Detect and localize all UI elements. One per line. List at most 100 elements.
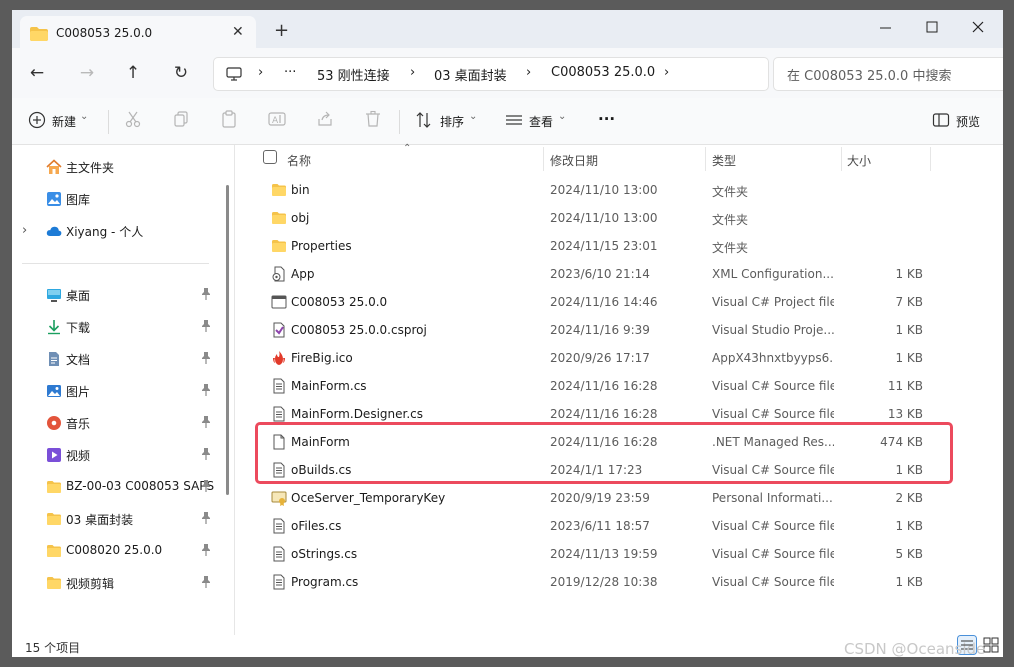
highlight-box [255, 422, 953, 484]
sidebar-item-label: 下载 [66, 321, 91, 335]
sidebar-item[interactable]: 音乐 [12, 409, 212, 437]
file-name: Program.cs [291, 575, 359, 589]
file-date: 2024/11/15 23:01 [550, 239, 658, 253]
share-button[interactable] [316, 110, 336, 132]
file-date: 2020/9/19 23:59 [550, 491, 650, 505]
column-size[interactable]: 大小 [847, 152, 871, 169]
pin-icon[interactable] [201, 320, 211, 335]
new-button[interactable]: 新建 ⌄ [28, 110, 98, 132]
pin-icon[interactable] [201, 512, 211, 527]
forward-button[interactable]: → [72, 60, 102, 88]
sidebar-item-home[interactable]: 主文件夹 [12, 153, 212, 181]
column-header-row: ⌃ 名称 修改日期 类型 大小 [235, 143, 1003, 173]
pin-icon[interactable] [201, 480, 211, 495]
file-row[interactable]: C008053 25.0.0.csproj 2024/11/16 9:39 Visu… [235, 316, 1003, 344]
file-list: ⌃ 名称 修改日期 类型 大小 bin 2024/11/10 13:00 文件夹 ob… [235, 143, 1003, 635]
view-label: 查看 [529, 115, 554, 129]
new-tab-button[interactable]: + [274, 22, 289, 40]
pin-icon[interactable] [201, 416, 211, 431]
file-row[interactable]: Properties 2024/11/15 23:01 文件夹 [235, 232, 1003, 260]
file-row[interactable]: oStrings.cs 2024/11/13 19:59 Visual C# Sou… [235, 540, 1003, 568]
pin-icon[interactable] [201, 448, 211, 463]
chevron-right-icon[interactable]: › [664, 65, 669, 80]
sidebar-item-label: 文档 [66, 353, 91, 367]
file-row[interactable]: obj 2024/11/10 13:00 文件夹 [235, 204, 1003, 232]
file-row[interactable]: MainForm.cs 2024/11/16 16:28 Visual C# Sou… [235, 372, 1003, 400]
share-icon [318, 111, 332, 126]
column-type[interactable]: 类型 [712, 152, 736, 169]
minimize-button[interactable] [863, 14, 909, 42]
column-divider[interactable] [930, 147, 931, 171]
pin-icon[interactable] [201, 576, 211, 591]
column-name[interactable]: 名称 [287, 152, 311, 169]
file-date: 2023/6/11 18:57 [550, 519, 650, 533]
pin-icon[interactable] [201, 384, 211, 399]
up-button[interactable]: ↑ [118, 60, 148, 88]
sidebar-scrollbar[interactable] [226, 185, 229, 495]
copy-button[interactable] [172, 110, 192, 132]
breadcrumb-item[interactable]: 53 刚性连接 [317, 65, 390, 84]
delete-button[interactable] [364, 110, 384, 132]
file-date: 2020/9/26 17:17 [550, 351, 650, 365]
cut-button[interactable] [124, 110, 144, 132]
breadcrumb-more[interactable]: ··· [284, 65, 296, 80]
preview-button[interactable]: 预览 [932, 110, 992, 132]
sidebar-item[interactable]: 下载 [12, 313, 212, 341]
column-divider[interactable] [543, 147, 544, 171]
search-input[interactable]: 在 C008053 25.0.0 中搜索 [773, 57, 1003, 91]
divider [399, 110, 400, 134]
sort-button[interactable]: 排序 ⌄ [415, 110, 485, 132]
sidebar-item-gallery[interactable]: 图库 [12, 185, 212, 213]
more-options-button[interactable]: ··· [598, 110, 618, 132]
back-button[interactable]: ← [22, 60, 52, 88]
file-row[interactable]: OceServer_TemporaryKey 2020/9/19 23:59 Per… [235, 484, 1003, 512]
column-date[interactable]: 修改日期 [550, 152, 598, 169]
file-row[interactable]: C008053 25.0.0 2024/11/16 14:46 Visual C# … [235, 288, 1003, 316]
rename-button[interactable]: A [268, 110, 288, 132]
column-divider[interactable] [841, 147, 842, 171]
breadcrumb-item[interactable]: C008053 25.0.0 [551, 65, 655, 80]
sidebar-item[interactable]: 视频 [12, 441, 212, 469]
expand-chevron-icon[interactable]: › [22, 223, 27, 238]
close-window-button[interactable] [955, 14, 1001, 42]
sidebar-item[interactable]: BZ-00-03 C008053 SAPS [12, 473, 214, 501]
file-row[interactable]: App 2023/6/10 21:14 XML Configuration... 1 … [235, 260, 1003, 288]
sidebar-item-label: C008020 25.0.0 [66, 543, 163, 557]
file-row[interactable]: FireBig.ico 2020/9/26 17:17 AppX43hnxtbyyp… [235, 344, 1003, 372]
sidebar-item[interactable]: 文档 [12, 345, 212, 373]
sidebar-item-label: 图库 [66, 193, 91, 207]
pin-icon[interactable] [201, 352, 211, 367]
sidebar-item[interactable]: 图片 [12, 377, 212, 405]
address-bar[interactable]: › ··· 53 刚性连接 › 03 桌面封装 › C008053 25.0.0… [213, 57, 769, 91]
chevron-right-icon[interactable]: › [258, 65, 263, 80]
pin-icon[interactable] [201, 288, 211, 303]
download-icon [46, 319, 62, 335]
view-button[interactable]: 查看 ⌄ [505, 110, 575, 132]
sidebar-item[interactable]: 视频剪辑 [12, 569, 212, 597]
tab-close-icon[interactable]: ✕ [232, 24, 244, 40]
paste-button[interactable] [220, 110, 240, 132]
code-file-icon [271, 378, 287, 394]
breadcrumb-item[interactable]: 03 桌面封装 [434, 65, 507, 84]
chevron-right-icon[interactable]: › [526, 65, 531, 80]
sidebar-item-label: 主文件夹 [66, 161, 115, 175]
file-row[interactable]: oFiles.cs 2023/6/11 18:57 Visual C# Source… [235, 512, 1003, 540]
chevron-right-icon[interactable]: › [410, 65, 415, 80]
pin-icon[interactable] [201, 544, 211, 559]
sidebar-item[interactable]: 03 桌面封装 [12, 505, 212, 533]
file-row[interactable]: Program.cs 2019/12/28 10:38 Visual C# Sour… [235, 568, 1003, 596]
maximize-button[interactable] [909, 14, 955, 42]
sidebar-item[interactable]: C008020 25.0.0 [12, 537, 212, 565]
divider [22, 263, 209, 264]
refresh-button[interactable]: ↻ [166, 60, 196, 88]
tab-current[interactable]: C008053 25.0.0 ✕ [20, 16, 256, 50]
navigation-bar: ← → ↑ ↻ › ··· 53 刚性连接 › 03 桌面封装 › C00805… [12, 48, 1003, 98]
folder-icon [46, 511, 62, 527]
column-divider[interactable] [705, 147, 706, 171]
sidebar-item-onedrive[interactable]: › Xiyang - 个人 [12, 217, 212, 245]
music-icon [46, 415, 62, 431]
sidebar-item-label: 03 桌面封装 [66, 513, 134, 527]
sidebar-item[interactable]: 桌面 [12, 281, 212, 309]
file-row[interactable]: bin 2024/11/10 13:00 文件夹 [235, 176, 1003, 204]
select-all-checkbox[interactable] [263, 150, 277, 167]
